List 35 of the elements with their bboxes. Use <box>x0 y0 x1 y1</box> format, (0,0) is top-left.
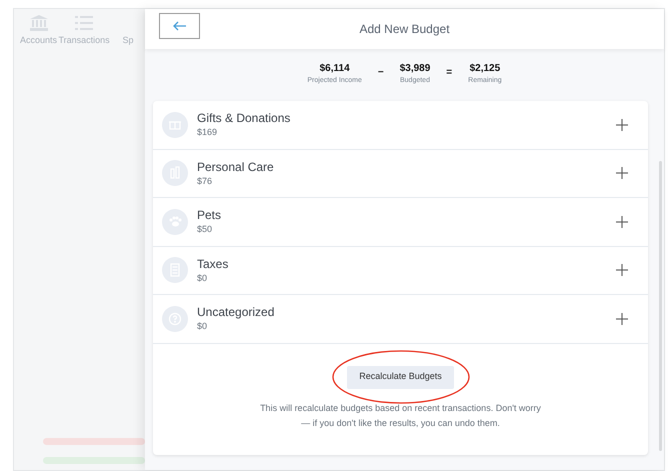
summary-amount: $3,989 <box>400 62 430 76</box>
category-row[interactable]: Personal Care $76 <box>153 150 648 198</box>
plus-icon[interactable] <box>616 264 628 276</box>
nav-label: Transactions <box>58 34 110 47</box>
category-amount: $0 <box>197 322 208 332</box>
list-icon <box>75 16 94 30</box>
operator-sign: − <box>378 66 384 80</box>
category-amount: $0 <box>197 274 208 283</box>
category-row[interactable]: Gifts & Donations $169 <box>153 101 648 150</box>
plus-icon[interactable] <box>616 216 628 228</box>
operator-sign: = <box>446 66 452 80</box>
summary-amount: $6,114 <box>320 62 350 76</box>
category-row[interactable]: Taxes $0 <box>153 246 648 295</box>
nav-label: Sp <box>122 34 134 47</box>
back-arrow-icon <box>172 21 186 31</box>
plus-icon[interactable] <box>616 118 628 131</box>
plus-icon[interactable] <box>616 312 628 325</box>
bank-icon <box>30 15 48 31</box>
plus-icon[interactable] <box>616 167 628 180</box>
category-amount: $169 <box>197 128 218 138</box>
recalculate-note: This will recalculate budgets based on recent transactions. Don't worry — if you don't like the results, you can undo them. <box>259 402 542 430</box>
nav-label: Accounts <box>20 34 58 47</box>
category-name: Pets <box>197 209 222 222</box>
category-amount: $76 <box>197 176 214 186</box>
category-amount: $50 <box>197 225 214 234</box>
category-name: Gifts & Donations <box>197 112 290 124</box>
summary-amount: $2,125 <box>470 62 500 76</box>
recalculate-button[interactable]: Recalculate Budgets <box>347 366 454 388</box>
category-name: Uncategorized <box>197 306 274 318</box>
category-name: Taxes <box>197 258 228 270</box>
category-row[interactable]: Pets $50 <box>153 198 648 246</box>
back-button[interactable] <box>159 13 200 39</box>
category-name: Personal Care <box>197 160 274 173</box>
panel-title: Add New Budget <box>359 21 450 38</box>
category-row[interactable]: Uncategorized $0 <box>153 295 648 344</box>
